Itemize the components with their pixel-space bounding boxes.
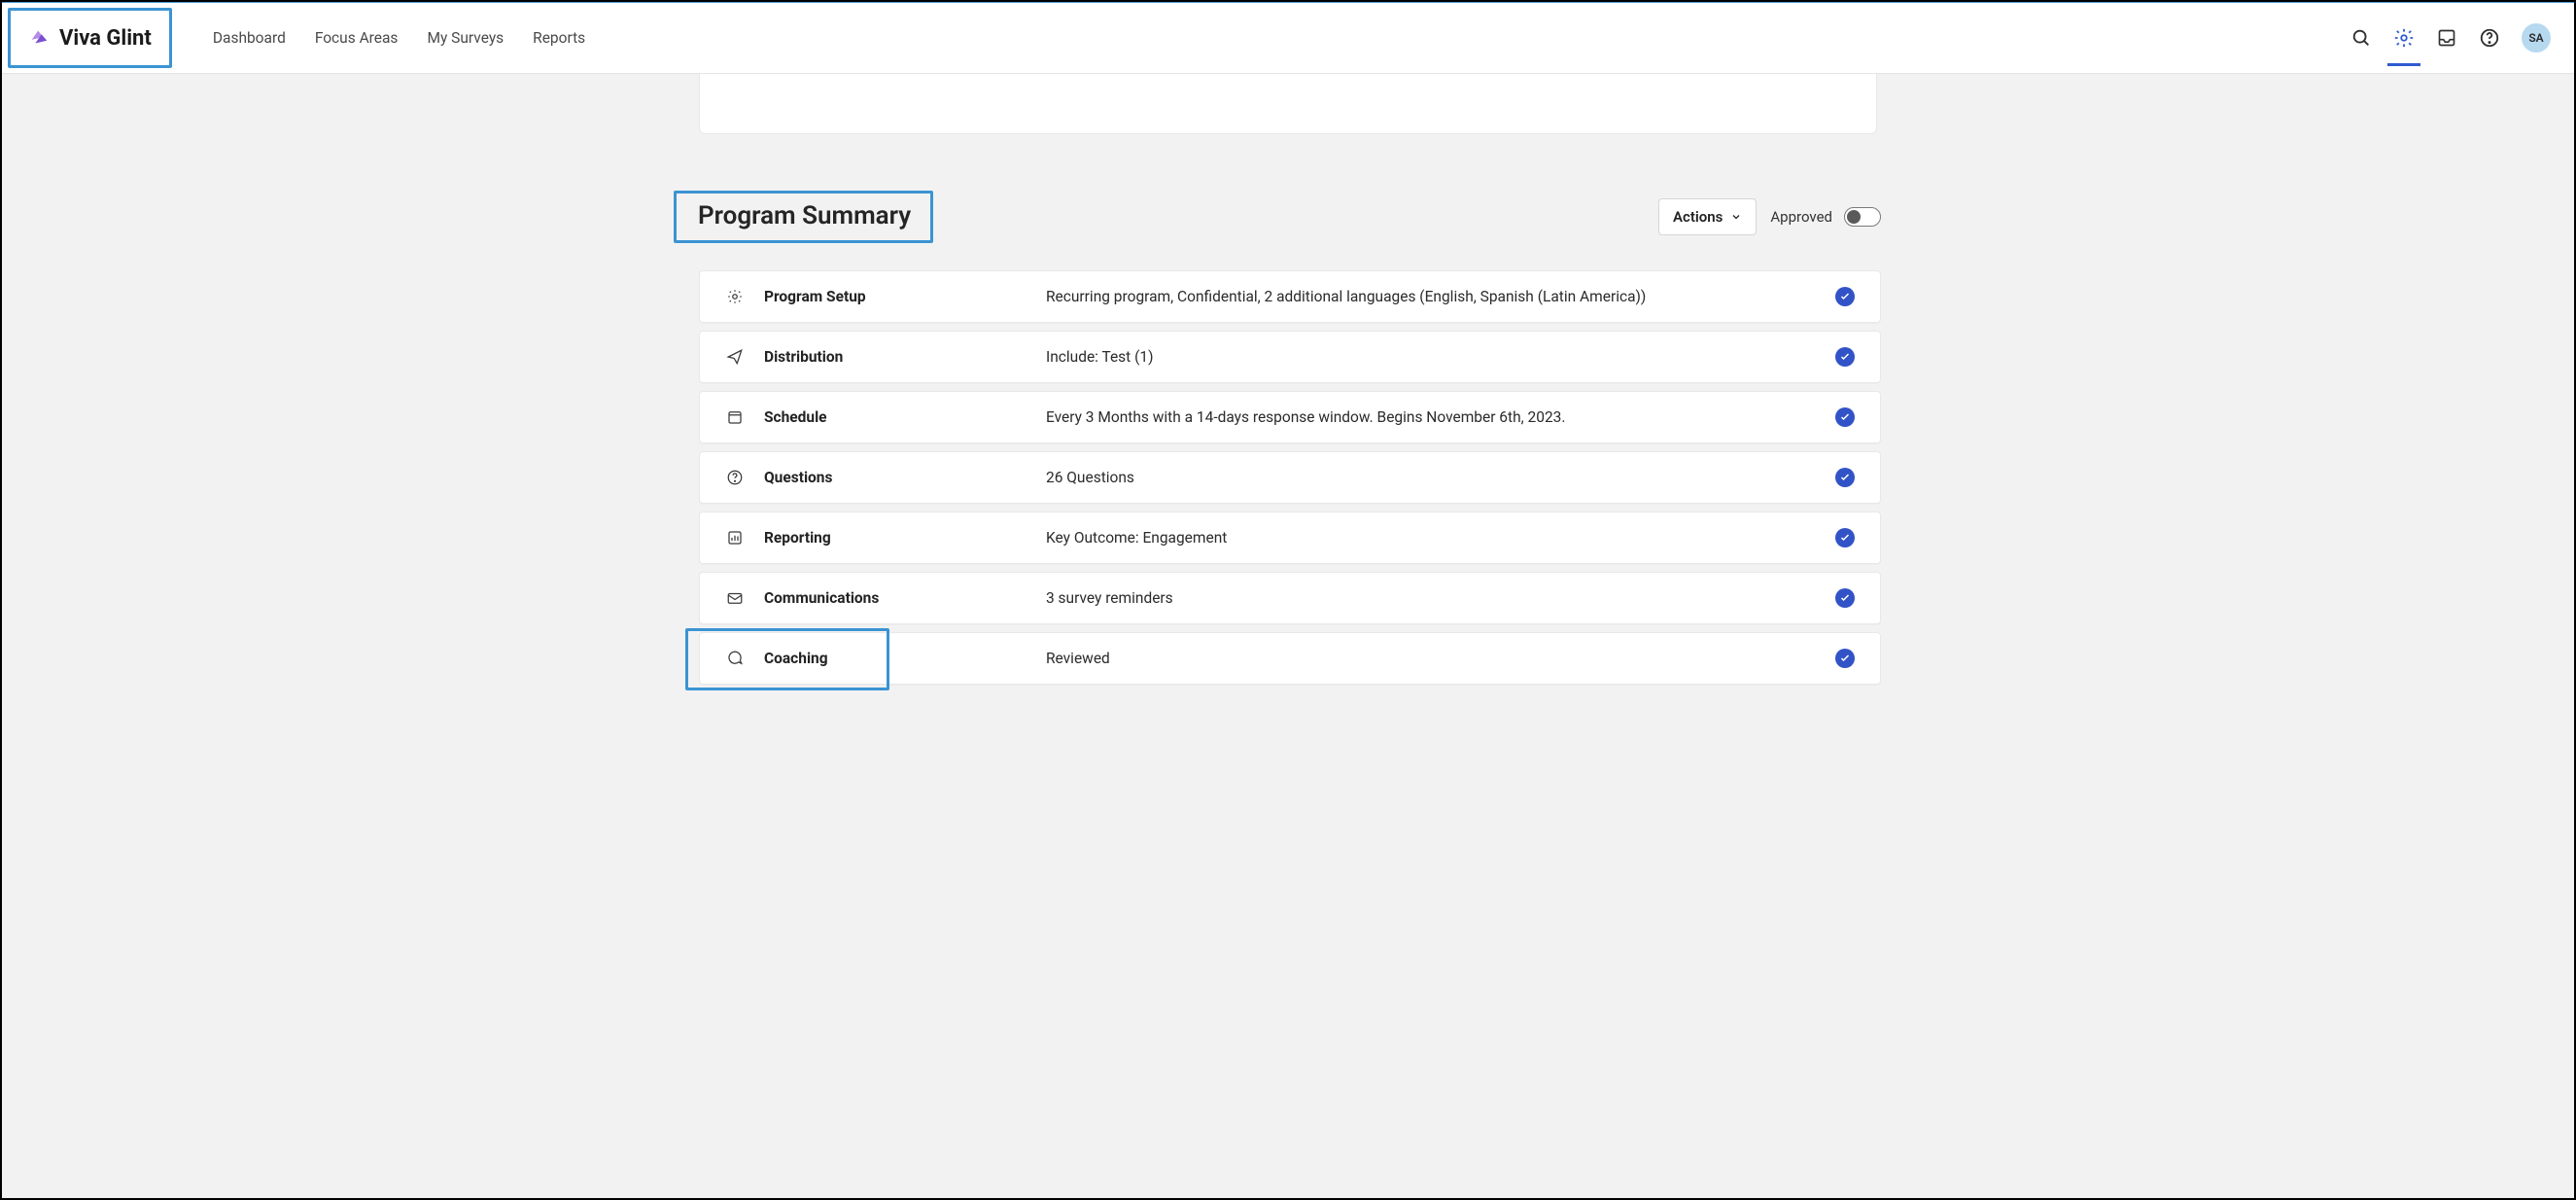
actions-label: Actions [1673,208,1723,226]
status-complete-icon [1835,287,1855,306]
brand-name: Viva Glint [59,26,152,51]
program-summary-title-highlight: Program Summary [674,191,933,243]
toggle-knob [1847,210,1861,224]
row-title: Program Setup [764,288,1046,305]
avatar[interactable]: SA [2522,23,2551,53]
row-title: Schedule [764,408,1046,426]
status-complete-icon [1835,407,1855,427]
previous-section-card-bottom [699,74,1877,134]
row-title: Distribution [764,348,1046,366]
bar-chart-icon [725,528,745,547]
nav-focus-areas[interactable]: Focus Areas [315,29,399,47]
row-schedule[interactable]: Schedule Every 3 Months with a 14-days r… [699,391,1881,443]
row-title: Reporting [764,529,1046,547]
row-detail: 26 Questions [1046,469,1835,486]
row-program-setup[interactable]: Program Setup Recurring program, Confide… [699,270,1881,323]
page-body: Program Summary Actions Approved [2,74,2574,1198]
row-questions[interactable]: Questions 26 Questions [699,451,1881,504]
send-icon [725,347,745,367]
gear-icon [725,287,745,306]
program-summary-title: Program Summary [698,201,911,230]
chat-icon [725,649,745,668]
status-complete-icon [1835,528,1855,547]
status-complete-icon [1835,649,1855,668]
status-complete-icon [1835,588,1855,608]
row-coaching[interactable]: Coaching Reviewed [699,632,1881,685]
nav-links: Dashboard Focus Areas My Surveys Reports [213,29,585,47]
row-communications[interactable]: Communications 3 survey reminders [699,572,1881,624]
search-icon[interactable] [2350,27,2372,49]
row-distribution[interactable]: Distribution Include: Test (1) [699,331,1881,383]
avatar-initials: SA [2528,31,2543,45]
row-title: Coaching [764,650,1046,667]
program-summary-rows: Program Setup Recurring program, Confide… [699,270,1881,685]
help-icon[interactable] [2479,27,2500,49]
brand[interactable]: Viva Glint [8,8,172,68]
row-detail: Every 3 Months with a 14-days response w… [1046,408,1835,426]
row-detail: 3 survey reminders [1046,589,1835,607]
status-complete-icon [1835,468,1855,487]
mail-icon [725,588,745,608]
row-detail: Include: Test (1) [1046,348,1835,366]
chevron-down-icon [1730,211,1742,223]
viva-glint-logo-icon [28,27,50,49]
program-summary-header: Program Summary Actions Approved [674,191,1881,243]
calendar-icon [725,407,745,427]
approved-label: Approved [1770,208,1832,226]
inbox-icon[interactable] [2436,27,2457,49]
nav-dashboard[interactable]: Dashboard [213,29,286,47]
row-detail: Reviewed [1046,650,1835,667]
approved-toggle[interactable] [1844,207,1881,227]
row-detail: Recurring program, Confidential, 2 addit… [1046,288,1835,305]
nav-reports[interactable]: Reports [533,29,585,47]
row-coaching-highlight-wrap: Coaching Reviewed [699,632,1881,685]
row-title: Questions [764,469,1046,486]
actions-dropdown-button[interactable]: Actions [1658,198,1757,235]
nav-utility-icons: SA [2350,23,2551,53]
top-navbar: Viva Glint Dashboard Focus Areas My Surv… [2,2,2574,74]
row-reporting[interactable]: Reporting Key Outcome: Engagement [699,512,1881,564]
settings-gear-icon[interactable] [2393,27,2415,49]
status-complete-icon [1835,347,1855,367]
row-title: Communications [764,589,1046,607]
nav-my-surveys[interactable]: My Surveys [427,29,504,47]
question-icon [725,468,745,487]
row-detail: Key Outcome: Engagement [1046,529,1835,547]
